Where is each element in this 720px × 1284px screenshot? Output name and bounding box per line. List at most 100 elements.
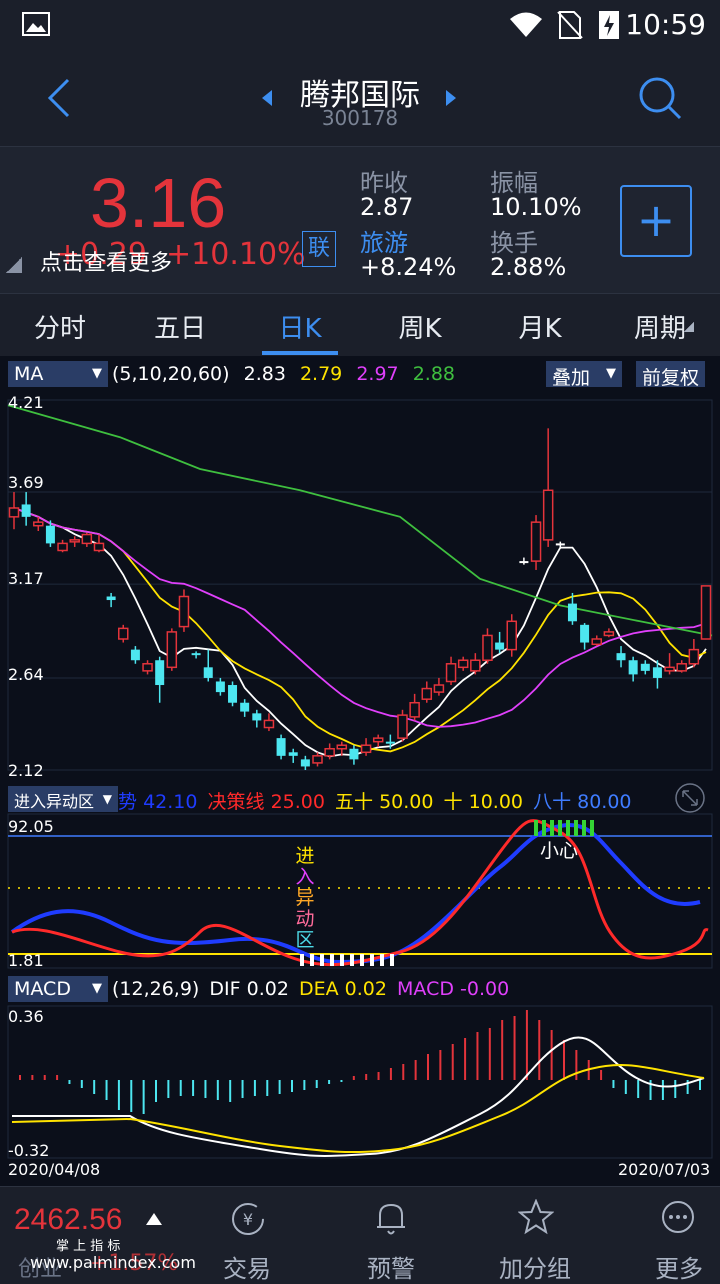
add-watchlist-button[interactable]: +: [620, 185, 692, 257]
y-tick-4: 2.64: [8, 665, 44, 684]
dif-label: DIF: [209, 978, 241, 1000]
trade-yen-icon: ¥: [232, 1203, 264, 1235]
index-value[interactable]: 2462.56: [14, 1203, 122, 1237]
indicator-selector[interactable]: 进入异动区 ▼: [8, 786, 118, 812]
tab-period[interactable]: 周期: [600, 308, 720, 345]
ten-value: 10.00: [468, 791, 524, 813]
macd-label: MACD: [397, 978, 454, 1000]
candle-body: [385, 741, 395, 744]
ma-selector-label: MA: [14, 363, 44, 385]
tab-monthly-k[interactable]: 月K: [480, 308, 600, 345]
turnover-value: 2.88%: [490, 253, 567, 281]
overlay-arrow-icon: ▼: [606, 366, 616, 381]
expand-icon[interactable]: [674, 782, 706, 814]
svg-text:¥: ¥: [243, 1210, 253, 1229]
candle-body: [191, 653, 201, 656]
candle-body: [130, 649, 140, 661]
eighty-value: 80.00: [577, 791, 632, 813]
ma-selector[interactable]: MA ▼: [8, 361, 108, 387]
trend-label: 势: [118, 791, 138, 813]
trend-value: 42.10: [143, 791, 198, 813]
tab-daily-k[interactable]: 日K: [240, 308, 360, 345]
nav-alert[interactable]: 预警: [336, 1249, 446, 1284]
candle-body: [252, 713, 262, 721]
candle-body: [519, 561, 529, 564]
star-icon: [518, 1199, 554, 1235]
macd-bottom-tick: -0.32: [8, 1141, 50, 1160]
candle-body: [616, 653, 626, 661]
status-bar: 10:59: [0, 0, 720, 52]
index-up-icon: [146, 1213, 162, 1225]
candle-body: [360, 744, 372, 754]
indicator-frame: [7, 813, 713, 969]
ma20-line: [13, 507, 707, 728]
more-hint[interactable]: 点击查看更多: [40, 245, 172, 277]
tab-intraday[interactable]: 分时: [0, 308, 120, 345]
candle-body: [8, 507, 20, 518]
quote-panel[interactable]: 3.16 +0.29 +10.10% 点击查看更多 联 昨收 2.87 旅游 +…: [0, 146, 720, 293]
vtext-1: 进: [295, 845, 315, 867]
plot-frame: [7, 399, 713, 771]
candle-body: [215, 681, 225, 693]
candle-body: [203, 667, 213, 678]
dropdown-arrow-icon: ▼: [92, 366, 102, 381]
macd-top-tick: 0.36: [8, 1007, 44, 1026]
candle-body: [155, 660, 165, 686]
candle-body: [21, 504, 31, 517]
image-icon: [22, 12, 50, 36]
macd-params: (12,26,9): [112, 978, 200, 1000]
nav-more[interactable]: 更多: [624, 1249, 720, 1284]
candle-body: [445, 663, 457, 683]
ma60-value: 2.88: [412, 363, 455, 385]
candle-body: [555, 543, 565, 546]
ma5-value: 2.83: [243, 363, 286, 385]
stock-header: 腾邦国际 300178: [0, 52, 720, 144]
link-badge[interactable]: 联: [302, 231, 336, 267]
vtext-2: 入: [295, 866, 315, 888]
last-price: 3.16: [90, 164, 227, 242]
candle-body: [263, 719, 275, 729]
candle-body: [228, 685, 238, 703]
nav-add-group[interactable]: 加分组: [480, 1249, 590, 1284]
ma10-value: 2.79: [299, 363, 343, 385]
candle-body: [530, 521, 542, 562]
next-stock-icon[interactable]: [444, 89, 458, 107]
overlay-button[interactable]: 叠加 ▼: [546, 361, 622, 389]
bottom-nav: 2462.56 创业 +1.57% 掌 上 指 标 www.palmindex.…: [0, 1186, 720, 1284]
battery-charging-icon: [599, 11, 619, 39]
ma-params: (5,10,20,60): [112, 363, 230, 385]
ten-label: 十: [443, 791, 463, 813]
trend-line: [10, 823, 701, 965]
ma-values: (5,10,20,60) 2.83 2.79 2.97 2.88: [112, 363, 455, 385]
candle-body: [336, 744, 348, 750]
careful-label: 小心: [540, 840, 579, 862]
prev-close-value: 2.87: [360, 193, 414, 221]
candle-body: [433, 684, 445, 693]
candle-body: [567, 603, 577, 622]
macd-chart: [7, 1005, 713, 1159]
tab-weekly-k[interactable]: 周K: [360, 308, 480, 345]
tab-five-day[interactable]: 五日: [120, 308, 240, 345]
decision-value: 25.00: [270, 791, 325, 813]
macd-selector[interactable]: MACD ▼: [8, 976, 108, 1002]
candle-body: [45, 525, 55, 544]
vtext-3: 异: [295, 887, 315, 909]
dif-line: [12, 1036, 705, 1158]
dea-value: 0.02: [344, 978, 387, 1000]
candle-body: [288, 752, 298, 756]
nav-trade[interactable]: 交易: [192, 1249, 302, 1284]
candle-body: [700, 585, 712, 640]
change-percent: +10.10%: [166, 237, 306, 272]
search-icon[interactable]: [638, 76, 682, 120]
ma60-line: [7, 404, 713, 637]
candle-body: [93, 542, 105, 552]
candle-body: [421, 687, 433, 700]
indicator-top-tick: 92.05: [8, 817, 54, 836]
candle-body: [69, 539, 80, 543]
adjust-button[interactable]: 前复权: [636, 361, 706, 389]
candle-body: [628, 660, 638, 675]
y-tick-3: 3.17: [8, 569, 44, 588]
candle-body: [640, 663, 650, 671]
macd-frame: [7, 1005, 713, 1159]
fifty-value: 50.00: [379, 791, 434, 813]
